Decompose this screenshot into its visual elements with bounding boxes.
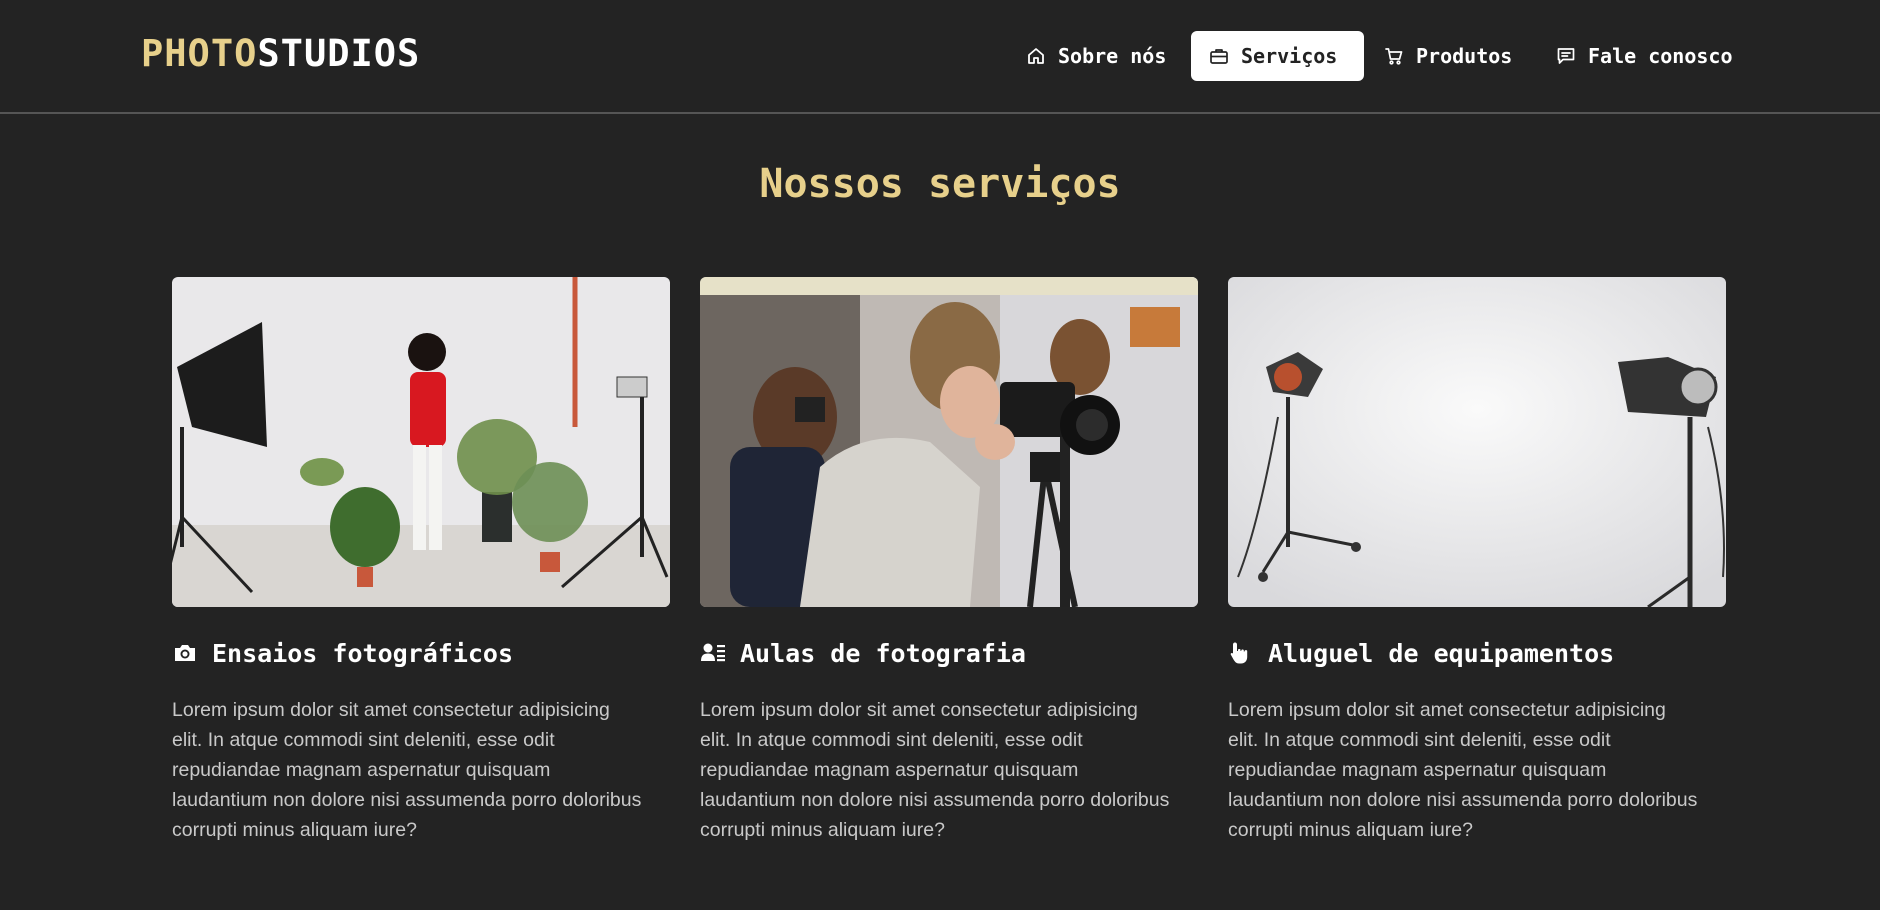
service-description: Lorem ipsum dolor sit amet consectetur a…: [172, 699, 642, 841]
main-nav: Sobre nós Serviços Produtos Fale conosco: [0, 31, 1880, 81]
service-card: Aulas de fotografia Lorem ipsum dolor si…: [700, 277, 1198, 841]
nav-item-label: Serviços: [1241, 44, 1338, 68]
studio-photoshoot-image: [172, 277, 670, 607]
nav-item-produtos[interactable]: Produtos: [1366, 31, 1530, 81]
nav-item-servicos[interactable]: Serviços: [1191, 31, 1364, 81]
nav-item-fale-conosco[interactable]: Fale conosco: [1538, 31, 1751, 81]
service-description: Lorem ipsum dolor sit amet consectetur a…: [700, 699, 1170, 841]
briefcase-icon: [1210, 49, 1228, 64]
service-heading: Aluguel de equipamentos: [1228, 635, 1614, 671]
camera-icon: [175, 645, 195, 661]
service-heading-label: Aluguel de equipamentos: [1268, 638, 1615, 668]
service-heading: Ensaios fotográficos: [172, 635, 513, 671]
nav-item-label: Produtos: [1416, 44, 1513, 68]
service-heading: Aulas de fotografia: [700, 635, 1026, 671]
user-list-icon: [701, 643, 725, 662]
service-heading-label: Ensaios fotográficos: [212, 638, 514, 668]
service-card: Ensaios fotográficos Lorem ipsum dolor s…: [172, 277, 670, 841]
cart-icon: [1385, 48, 1403, 65]
service-heading-label: Aulas de fotografia: [740, 638, 1026, 668]
home-icon: [1028, 48, 1044, 64]
studio-equipment-image: [1228, 277, 1726, 607]
nav-item-label: Fale conosco: [1588, 44, 1733, 68]
service-card: Aluguel de equipamentos Lorem ipsum dolo…: [1228, 277, 1726, 841]
page-title: Nossos serviços: [759, 161, 1121, 207]
nav-item-label: Sobre nós: [1058, 44, 1167, 68]
chat-icon: [1557, 48, 1575, 64]
nav-item-sobre-nos[interactable]: Sobre nós: [1008, 31, 1184, 81]
service-description: Lorem ipsum dolor sit amet consectetur a…: [1228, 699, 1698, 841]
photography-class-image: [700, 277, 1198, 607]
pointer-hand-icon: [1230, 642, 1248, 664]
site-header: PHOTOSTUDIOS Sobre nós Serviços Produtos: [0, 0, 1880, 114]
